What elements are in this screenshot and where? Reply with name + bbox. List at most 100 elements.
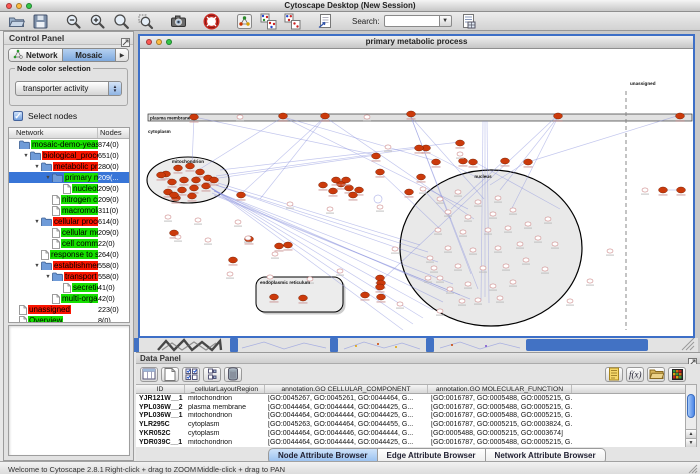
graph-node-small[interactable] — [245, 236, 251, 240]
tab-network[interactable]: Network — [9, 49, 63, 61]
tree-row[interactable]: nitrogen compo209(0) — [9, 194, 129, 205]
table-cell[interactable]: [GO:0044464, GO:0044444, GO:0044425, G..… — [265, 412, 428, 419]
network-canvas[interactable]: plasma membranecytoplasmmitochondrionnuc… — [140, 49, 693, 336]
graph-node-small[interactable] — [567, 299, 573, 303]
table-row[interactable]: YKR052Ccytoplasm[GO:0044464, GO:0044446,… — [136, 429, 685, 438]
tree-row[interactable]: ▼metabolic process280(0) — [9, 161, 129, 172]
graph-node-small[interactable] — [437, 309, 443, 313]
graph-node-small[interactable] — [517, 242, 523, 246]
node-color-dropdown[interactable]: transporter activity ▲ ▼ — [15, 81, 122, 96]
table-cell[interactable]: [GO:0045263, GO:0044464, GO:0044455, G..… — [265, 421, 428, 428]
window-titlebar[interactable]: Cytoscape Desktop (New Session) — [0, 0, 700, 12]
graph-node-orange[interactable] — [196, 169, 205, 175]
tree-expander-icon[interactable]: ▼ — [33, 219, 41, 225]
table-row[interactable]: YJR121W__1mitochondrion[GO:0045267, GO:0… — [136, 394, 685, 403]
graph-node-small[interactable] — [545, 217, 551, 221]
float-data-panel-icon[interactable] — [688, 354, 697, 363]
graph-node-small[interactable] — [455, 264, 461, 268]
graph-node-small[interactable] — [445, 210, 451, 214]
graph-node-orange[interactable] — [190, 114, 199, 120]
tree-expander-icon[interactable]: ▼ — [33, 263, 41, 269]
graph-node-orange[interactable] — [321, 113, 330, 119]
zoom-selected-icon[interactable] — [137, 13, 154, 30]
table-cell[interactable]: YJR121W__1 — [136, 395, 185, 402]
graph-node-small[interactable] — [475, 200, 481, 204]
table-scrollbar[interactable]: ▲ ▼ — [685, 384, 697, 447]
graph-node-small[interactable] — [490, 212, 496, 216]
graph-node-orange[interactable] — [376, 169, 385, 175]
nested-network-a-icon[interactable] — [260, 13, 277, 30]
network-view-titlebar[interactable]: primary metabolic process — [140, 36, 693, 49]
create-attribute-icon[interactable] — [161, 367, 179, 382]
tree-row[interactable]: secretion41(0) — [9, 282, 129, 293]
tree-row[interactable]: Overview8(0) — [9, 315, 129, 323]
table-cell[interactable]: [GO:0044464, GO:0044444, GO:0044425, G..… — [265, 404, 428, 411]
graph-node-orange[interactable] — [275, 243, 284, 249]
table-column-header[interactable]: annotation.GO MOLECULAR_FUNCTION — [428, 385, 572, 393]
graph-node-small[interactable] — [437, 276, 443, 280]
table-cell[interactable]: [GO:0016787, GO:0005488, GO:0005215, G..… — [428, 404, 572, 411]
scroll-down-icon[interactable]: ▼ — [686, 438, 696, 447]
graph-node-small[interactable] — [490, 284, 496, 288]
table-cell[interactable]: [GO:0005488, GO:0005215, GO:0003674] — [428, 430, 572, 437]
graph-node-orange[interactable] — [524, 159, 533, 165]
tree-row[interactable]: ▼cellular process614(0) — [9, 216, 129, 227]
graph-node-orange[interactable] — [174, 165, 183, 171]
function-builder-icon[interactable]: f(x) — [626, 367, 644, 382]
search-dropdown-arrow-icon[interactable]: ▼ — [440, 15, 452, 27]
graph-node-small[interactable] — [445, 246, 451, 250]
table-column-header[interactable]: ID — [136, 385, 185, 393]
graph-node-small[interactable] — [497, 296, 503, 300]
graph-node-orange[interactable] — [355, 187, 364, 193]
graph-node-small[interactable] — [237, 115, 243, 119]
birds-eye-view-panel[interactable] — [8, 325, 130, 456]
table-row[interactable]: YPL036W__1mitochondrion[GO:0044464, GO:0… — [136, 412, 685, 421]
graph-node-small[interactable] — [327, 207, 333, 211]
table-cell[interactable]: plasma membrane — [185, 404, 265, 411]
table-row[interactable]: YLR295Ccytoplasm[GO:0045263, GO:0044464,… — [136, 420, 685, 429]
graph-node-small[interactable] — [175, 235, 181, 239]
table-cell[interactable]: mitochondrion — [185, 412, 265, 419]
tree-expander-icon[interactable]: ▼ — [33, 164, 41, 170]
graph-node-orange[interactable] — [372, 153, 381, 159]
graph-node-orange[interactable] — [554, 113, 563, 119]
graph-node-orange[interactable] — [192, 177, 201, 183]
graph-node-small[interactable] — [552, 242, 558, 246]
table-cell[interactable]: [GO:0045267, GO:0045261, GO:0044464, G..… — [265, 395, 428, 402]
graph-node-small[interactable] — [425, 276, 431, 280]
graph-node-small[interactable] — [495, 196, 501, 200]
attribute-matrix-icon[interactable] — [203, 367, 221, 382]
graph-node-orange[interactable] — [349, 192, 358, 198]
graph-node-small[interactable] — [503, 264, 509, 268]
graph-node-orange[interactable] — [405, 189, 414, 195]
import-attributes-folder-icon[interactable] — [647, 367, 665, 382]
graph-node-small[interactable] — [385, 145, 391, 149]
tree-row[interactable]: cell communicat22(0) — [9, 238, 129, 249]
tree-row[interactable]: cellular metabo209(0) — [9, 227, 129, 238]
graph-node-small[interactable] — [460, 230, 466, 234]
table-cell[interactable]: cytoplasm — [185, 421, 265, 428]
open-folder-icon[interactable] — [8, 13, 25, 30]
scrollbar-thumb[interactable] — [687, 394, 695, 418]
tree-row[interactable]: multi-organism pro42(0) — [9, 293, 129, 304]
graph-node-small[interactable] — [465, 282, 471, 286]
tree-row[interactable]: ▼primary metabo209(... — [9, 172, 129, 183]
table-row[interactable]: YPL036W__2plasma membrane[GO:0044464, GO… — [136, 403, 685, 412]
select-attributes-icon[interactable] — [140, 367, 158, 382]
import-annotations-icon[interactable] — [317, 13, 334, 30]
table-cell[interactable]: [GO:0044464, GO:0044444, GO:0044425, G..… — [265, 439, 428, 446]
graph-node-small[interactable] — [435, 228, 441, 232]
float-panel-icon[interactable] — [121, 34, 130, 43]
graph-node-orange[interactable] — [329, 188, 338, 194]
graph-node-orange[interactable] — [319, 182, 328, 188]
table-cell[interactable]: YLR295C — [136, 421, 185, 428]
graph-node-orange[interactable] — [676, 113, 685, 119]
graph-node-small[interactable] — [427, 256, 433, 260]
graph-node-orange[interactable] — [180, 177, 189, 183]
graph-node-small[interactable] — [535, 236, 541, 240]
graph-node-orange[interactable] — [376, 284, 385, 290]
table-cell[interactable]: [GO:0044464, GO:0044446, GO:0044444, G..… — [265, 430, 428, 437]
tree-row[interactable]: macromolecule311(0) — [9, 205, 129, 216]
tree-column-nodes[interactable]: Nodes — [97, 128, 129, 138]
tree-row[interactable]: ▼establishment of lo558(0) — [9, 260, 129, 271]
